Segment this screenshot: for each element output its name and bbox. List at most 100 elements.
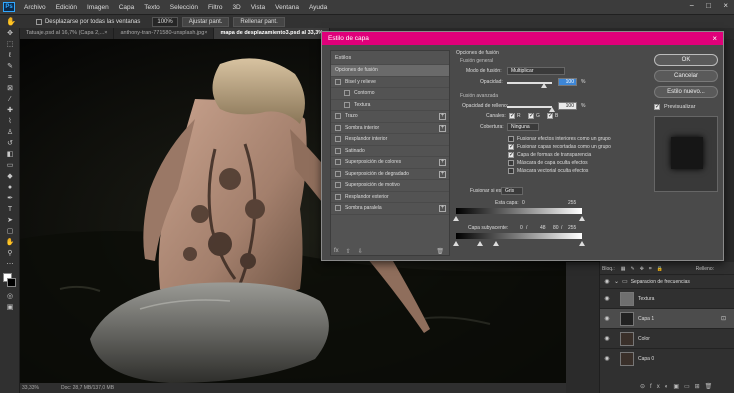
style-row[interactable]: Superposición de motivo xyxy=(331,180,449,192)
eye-icon[interactable]: ◉ xyxy=(602,335,612,342)
style-checkbox[interactable] xyxy=(335,182,341,189)
fit-screen-button[interactable]: Ajustar pant. xyxy=(181,16,230,27)
type-tool-icon[interactable]: T xyxy=(3,205,17,215)
opacity-slider-knob[interactable] xyxy=(541,83,547,88)
style-row[interactable]: Superposición de colores + xyxy=(331,157,449,169)
layer-group-row[interactable]: ◉ ⌄ ▭ Separacion de frecuencias xyxy=(600,274,734,288)
menu-capa[interactable]: Capa xyxy=(114,4,140,11)
add-style-icon[interactable]: + xyxy=(439,159,446,166)
marquee-tool-icon[interactable]: ⬚ xyxy=(3,40,17,50)
style-row[interactable]: Superposición de degradado + xyxy=(331,169,449,180)
style-row[interactable]: Sombra paralela + xyxy=(331,203,449,215)
eye-icon[interactable]: ◉ xyxy=(602,278,612,285)
style-row[interactable]: Resplandor exterior xyxy=(331,192,449,203)
blur-tool-icon[interactable]: ◆ xyxy=(3,172,17,182)
eye-icon[interactable]: ◉ xyxy=(602,355,612,362)
add-style-icon[interactable]: + xyxy=(439,205,446,212)
this-layer-black-knob[interactable] xyxy=(453,216,459,221)
fill-opacity-input[interactable]: 100 xyxy=(558,102,577,110)
tab-tatuaje[interactable]: Tatuaje.psd al 16,7% (Capa 2,...× xyxy=(20,28,115,39)
zoom-100-button[interactable]: 100% xyxy=(152,16,178,27)
style-row[interactable]: Sombra interior + xyxy=(331,123,449,134)
eye-icon[interactable]: ◉ xyxy=(602,295,612,302)
style-checkbox[interactable] xyxy=(335,124,341,131)
style-checkbox[interactable] xyxy=(335,193,341,200)
zoom-tool-icon[interactable]: ⚲ xyxy=(3,249,17,259)
scroll-all-checkbox[interactable] xyxy=(35,18,42,25)
menu-texto[interactable]: Texto xyxy=(139,4,165,11)
blend-option-checkbox[interactable] xyxy=(508,160,514,166)
menu-edicion[interactable]: Edición xyxy=(51,4,82,11)
menu-3d[interactable]: 3D xyxy=(227,4,245,11)
add-style-icon[interactable]: + xyxy=(439,113,446,120)
layer-actions[interactable]: ⊝fx◐▣▭⊞🗑 xyxy=(640,383,717,390)
minimize-icon[interactable]: − xyxy=(689,1,694,10)
style-checkbox[interactable] xyxy=(335,205,341,212)
brush-tool-icon[interactable]: ⌇ xyxy=(3,117,17,127)
style-checkbox[interactable] xyxy=(335,78,341,85)
eyedropper-tool-icon[interactable]: ⁄ xyxy=(3,95,17,105)
frame-tool-icon[interactable]: ⊠ xyxy=(3,84,17,94)
path-select-tool-icon[interactable]: ➤ xyxy=(3,216,17,226)
hand-tool-icon[interactable]: ✋ xyxy=(3,238,17,248)
lasso-tool-icon[interactable]: ℓ xyxy=(3,51,17,61)
blend-option-checkbox[interactable] xyxy=(508,151,514,158)
quick-select-tool-icon[interactable]: ✎ xyxy=(3,62,17,72)
quick-mask-icon[interactable]: ◎ xyxy=(3,292,17,302)
gradient-tool-icon[interactable]: ▭ xyxy=(3,161,17,171)
channel-g-checkbox[interactable] xyxy=(528,112,534,119)
status-zoom[interactable]: 33,33% xyxy=(22,385,39,391)
arrow-up-icon[interactable]: ⇧ xyxy=(346,248,351,255)
background-color-icon[interactable] xyxy=(7,278,16,287)
style-row[interactable]: Bisel y relieve xyxy=(331,77,449,88)
tab-anthony-tran[interactable]: anthony-tran-771580-unsplash.jpg× xyxy=(114,28,215,39)
underlying-split-knob-2[interactable] xyxy=(493,241,499,246)
knockout-select[interactable]: Ninguna xyxy=(507,123,539,131)
layer-row-textura[interactable]: ◉ Textura xyxy=(600,288,734,308)
stamp-tool-icon[interactable]: ♙ xyxy=(3,128,17,138)
shape-tool-icon[interactable]: ▢ xyxy=(3,227,17,237)
add-style-icon[interactable]: + xyxy=(439,124,446,132)
blend-option-checkbox[interactable] xyxy=(508,168,514,174)
crop-tool-icon[interactable]: ⌗ xyxy=(3,73,17,83)
style-checkbox[interactable] xyxy=(344,101,350,108)
channel-b-checkbox[interactable] xyxy=(547,112,553,119)
underlying-split-knob-1[interactable] xyxy=(477,241,483,246)
style-row[interactable]: Contorno xyxy=(331,88,449,100)
trash-icon[interactable]: 🗑 xyxy=(436,248,444,255)
blend-option-checkbox[interactable] xyxy=(508,143,514,150)
underlying-black-knob[interactable] xyxy=(453,241,459,246)
dodge-tool-icon[interactable]: ● xyxy=(3,183,17,193)
style-checkbox[interactable] xyxy=(335,159,341,166)
cancel-button[interactable]: Cancelar xyxy=(654,70,718,82)
eye-icon[interactable]: ◉ xyxy=(602,315,612,322)
opacity-input[interactable]: 100 xyxy=(558,78,577,86)
this-layer-white-knob[interactable] xyxy=(579,216,585,221)
color-swatches[interactable] xyxy=(0,271,19,291)
screen-mode-icon[interactable]: ▣ xyxy=(3,303,17,313)
fill-opacity-slider-track[interactable] xyxy=(507,106,552,108)
style-row[interactable]: Textura xyxy=(331,100,449,111)
preview-checkbox[interactable] xyxy=(654,103,660,110)
style-checkbox[interactable] xyxy=(335,170,341,177)
menu-seleccion[interactable]: Selección xyxy=(165,4,203,11)
layer-style-icon[interactable]: ⊡ xyxy=(721,315,726,322)
style-checkbox[interactable] xyxy=(335,136,341,143)
pen-tool-icon[interactable]: ✒ xyxy=(3,194,17,204)
layer-row-capa-0[interactable]: ◉ Capa 0 xyxy=(600,348,734,368)
dialog-titlebar[interactable]: Estilo de capa × xyxy=(322,32,723,45)
menu-vista[interactable]: Vista xyxy=(246,4,270,11)
style-checkbox[interactable] xyxy=(335,113,341,120)
style-row[interactable]: Opciones de fusión xyxy=(331,65,449,77)
add-style-icon[interactable]: + xyxy=(439,170,446,178)
menu-archivo[interactable]: Archivo xyxy=(19,4,51,11)
style-row[interactable]: Satinado xyxy=(331,146,449,157)
underlying-white-knob[interactable] xyxy=(579,241,585,246)
ok-button[interactable]: OK xyxy=(654,54,718,66)
lock-icons[interactable]: ▦✎✥⌗🔒 xyxy=(621,266,668,272)
history-brush-icon[interactable]: ↺ xyxy=(3,139,17,149)
blend-option-checkbox[interactable] xyxy=(508,136,514,142)
chevron-down-icon[interactable]: ⌄ xyxy=(614,278,619,285)
menu-ayuda[interactable]: Ayuda xyxy=(304,4,332,11)
new-style-button[interactable]: Estilo nuevo... xyxy=(654,86,718,98)
